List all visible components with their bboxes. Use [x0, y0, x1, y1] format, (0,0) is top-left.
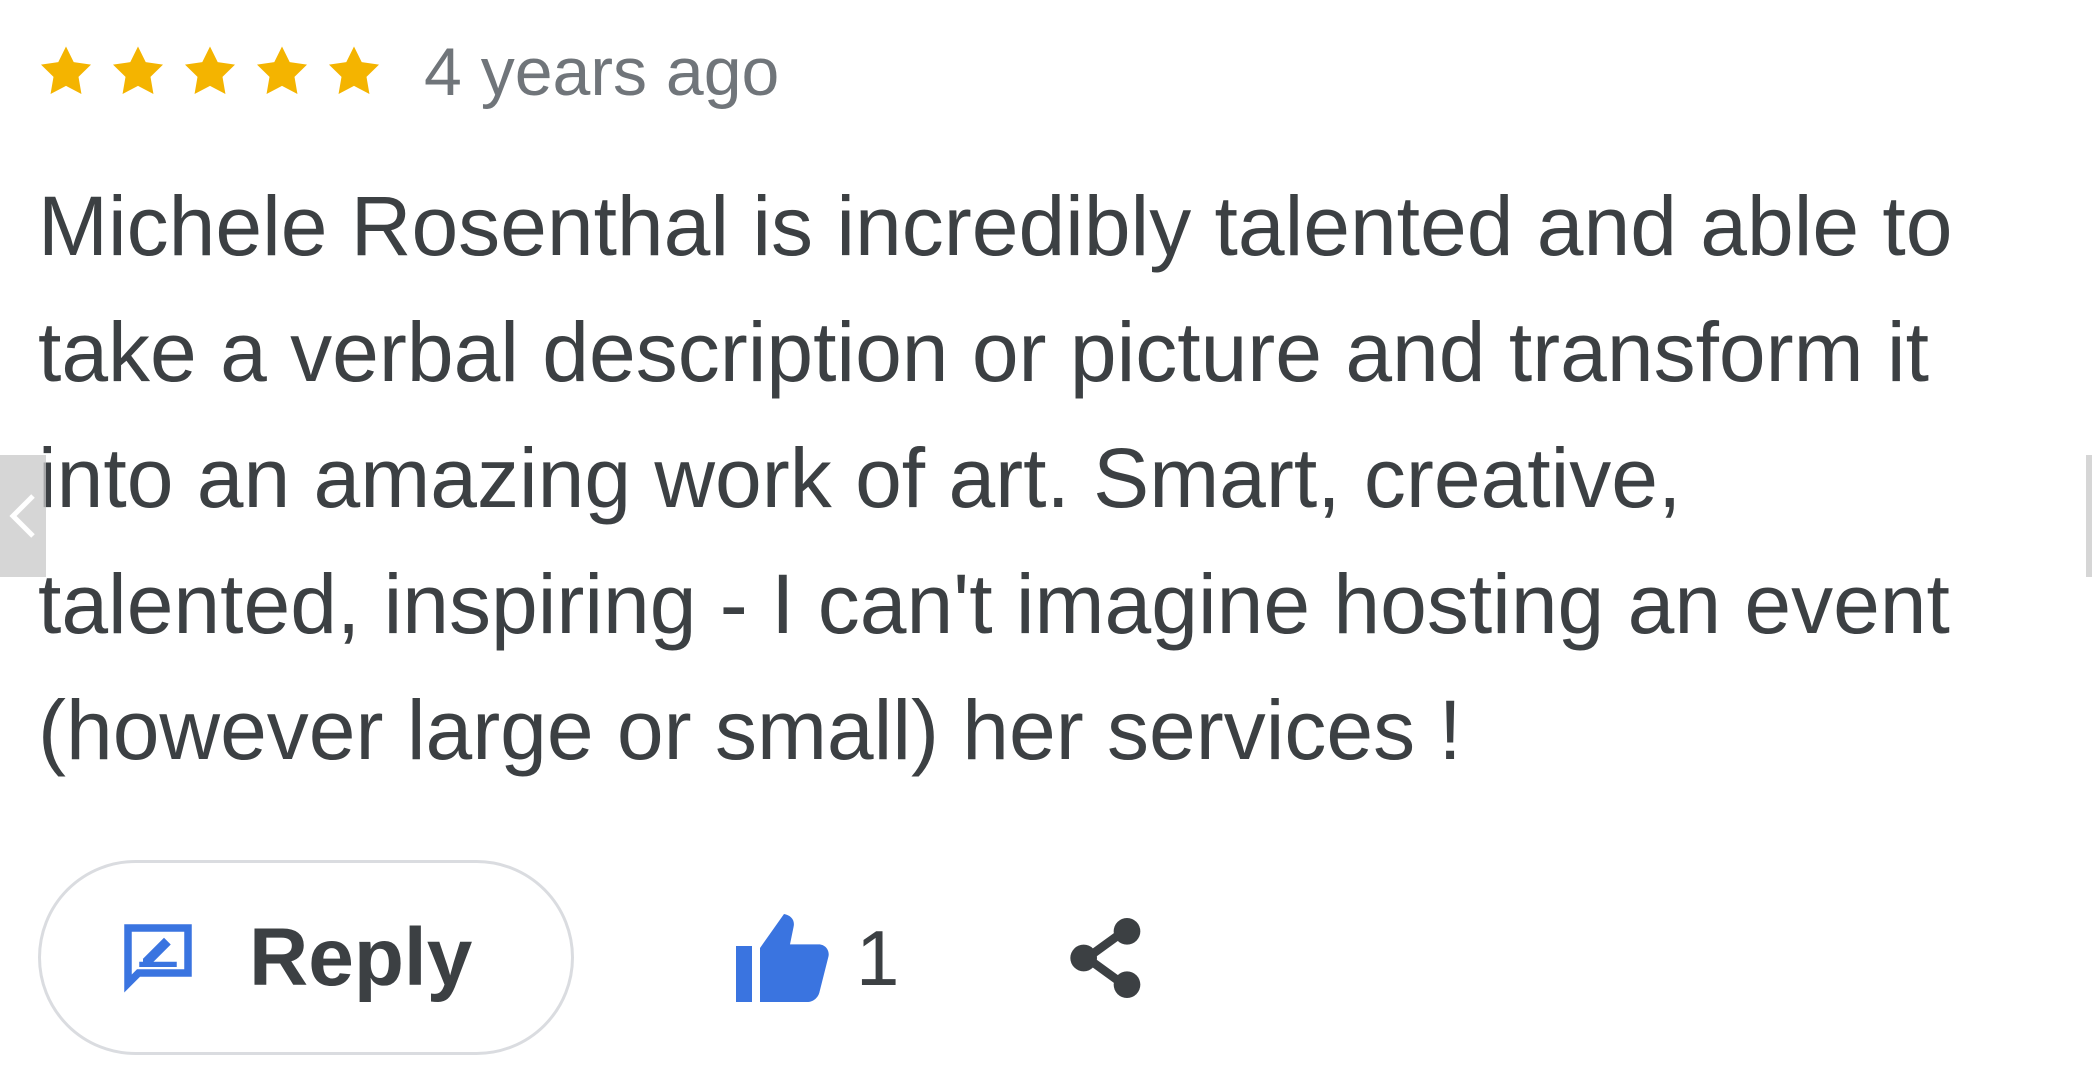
carousel-prev-button[interactable]: [0, 455, 46, 577]
reply-button[interactable]: Reply: [38, 860, 574, 1055]
like-count: 1: [856, 913, 900, 1002]
reply-label: Reply: [249, 911, 473, 1003]
reply-icon: [113, 913, 203, 1003]
star-icon: [36, 42, 96, 102]
review-timestamp: 4 years ago: [424, 34, 780, 110]
review-card: 4 years ago Michele Rosenthal is incredi…: [0, 0, 2092, 1078]
star-icon: [180, 42, 240, 102]
carousel-next-button[interactable]: [2086, 455, 2092, 577]
like-button[interactable]: 1: [734, 910, 899, 1006]
thumbs-up-icon: [734, 910, 834, 1006]
review-actions: Reply 1: [38, 860, 1147, 1055]
chevron-left-icon: [9, 494, 35, 538]
review-text: Michele Rosenthal is incredibly talented…: [38, 179, 1953, 777]
share-icon: [1070, 917, 1141, 998]
share-button[interactable]: [1067, 913, 1147, 1003]
star-rating: [36, 42, 396, 102]
star-icon: [324, 42, 384, 102]
star-icon: [108, 42, 168, 102]
star-icon: [252, 42, 312, 102]
rating-row: 4 years ago: [36, 22, 779, 122]
